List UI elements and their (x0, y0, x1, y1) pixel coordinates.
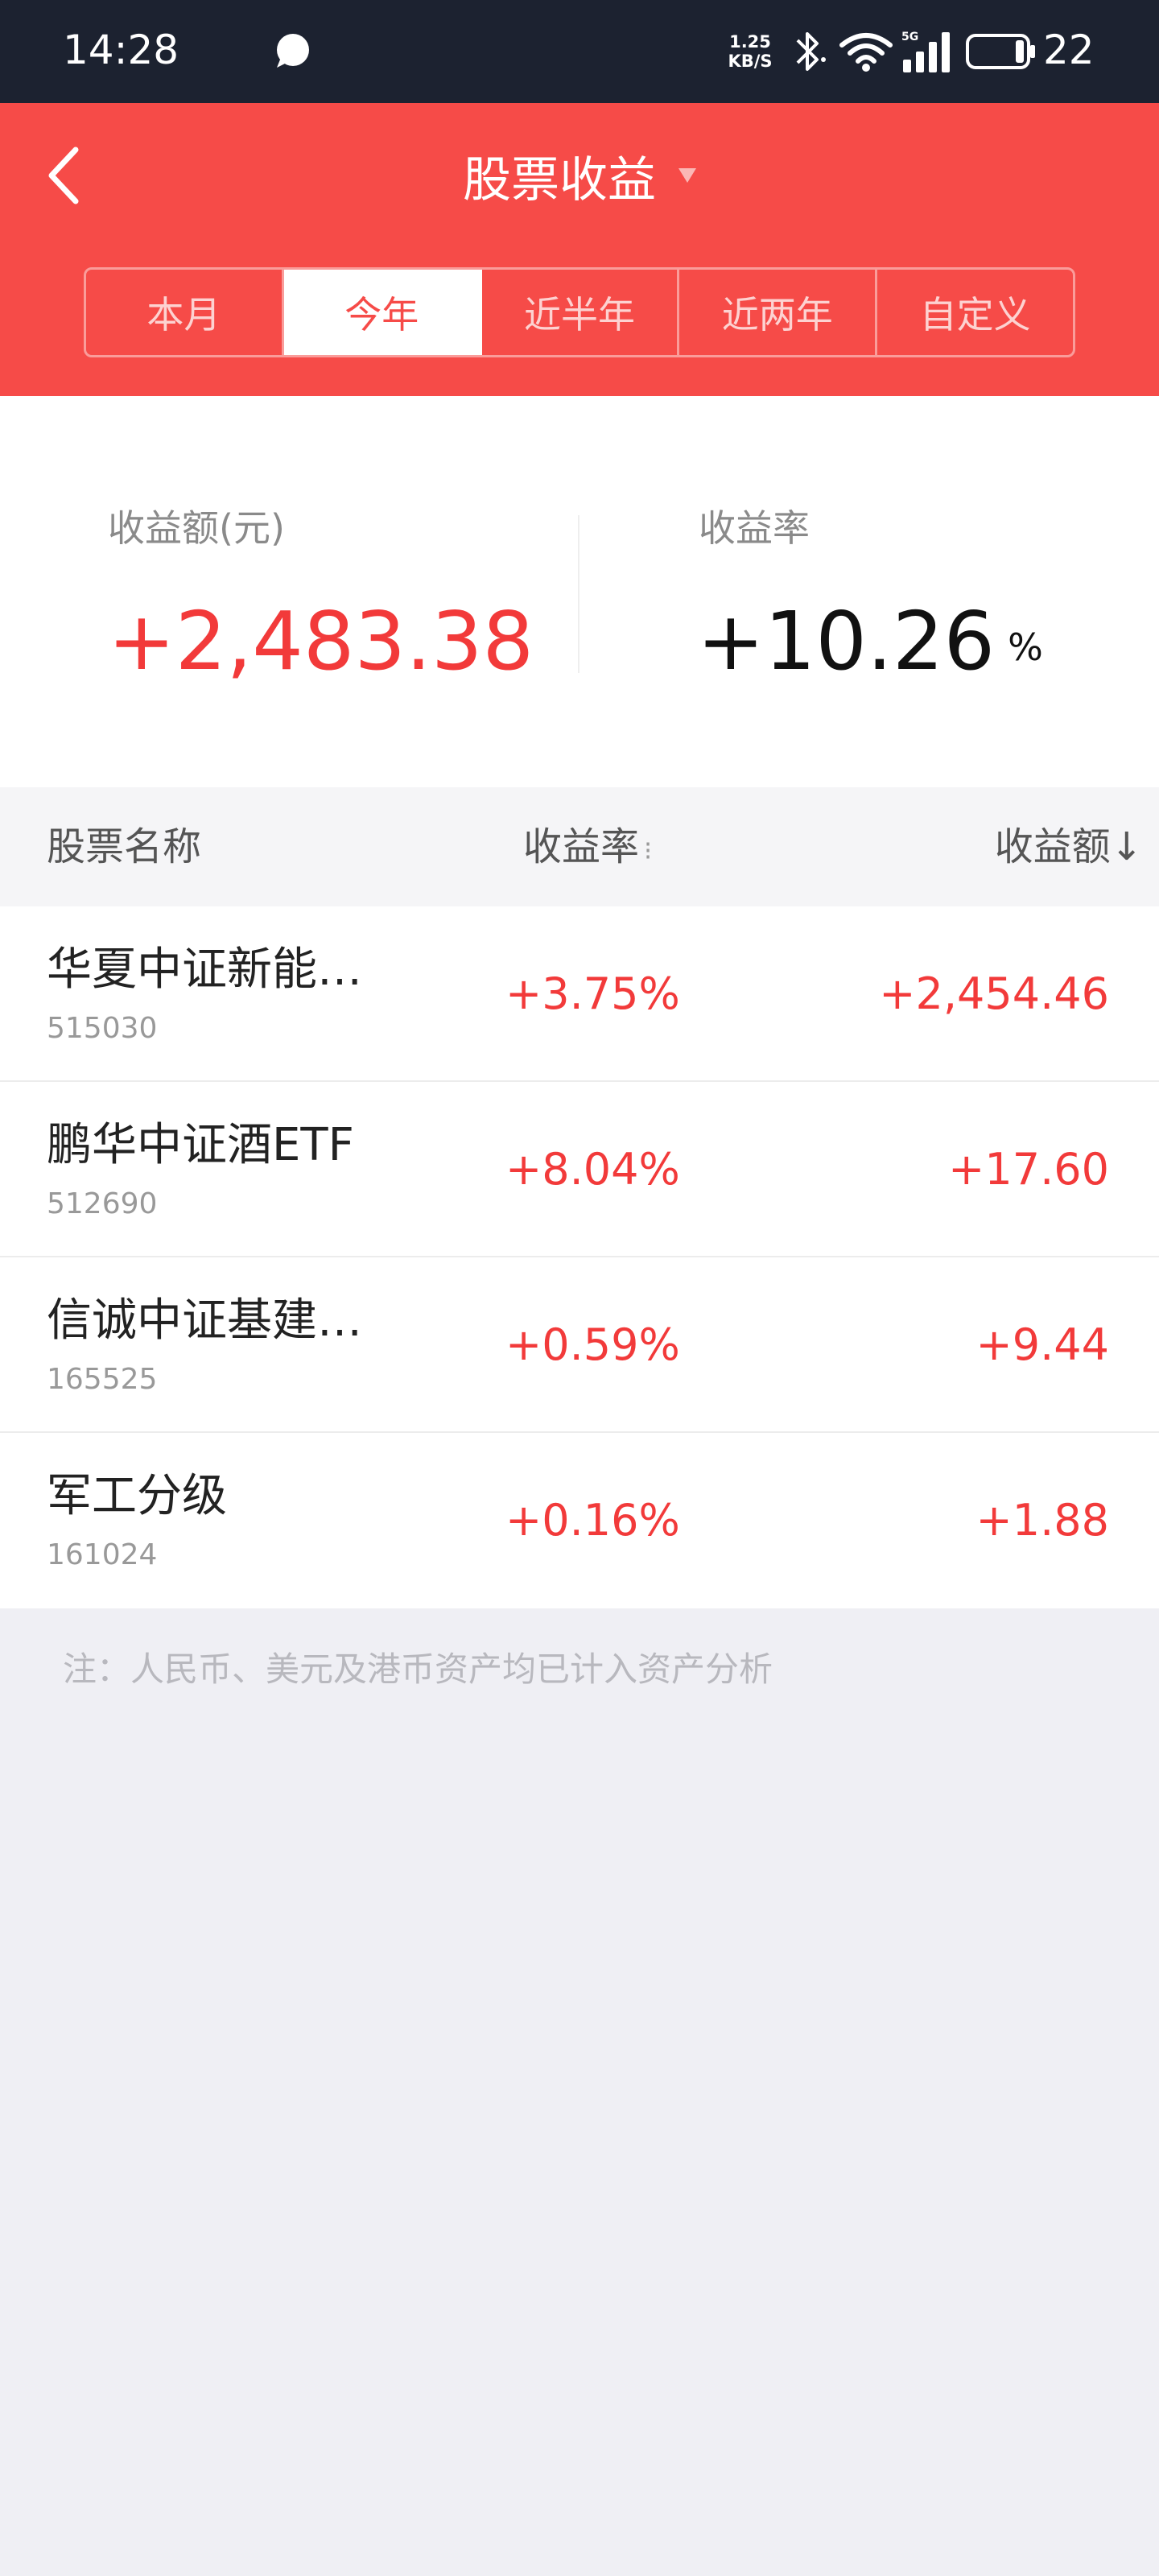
rate-unit: % (1008, 625, 1043, 669)
rate-value: +10.26 (697, 594, 996, 688)
table-row[interactable]: 军工分级 161024 +0.16% +1.88 (0, 1433, 1159, 1608)
amount-value: +2,483.38 (108, 594, 534, 688)
amount-label: 收益额(元) (108, 506, 285, 550)
network-speed: 1.25 KB/S (724, 32, 776, 71)
status-time: 14:28 (63, 27, 179, 73)
battery-level: 22 (1043, 27, 1095, 73)
stock-rate: +8.04% (505, 1144, 680, 1195)
stock-amount: +2,454.46 (879, 968, 1109, 1019)
tab-half-year[interactable]: 近半年 (482, 270, 680, 355)
title-dropdown[interactable]: 股票收益 (0, 135, 1159, 216)
stock-name: 信诚中证基建… (47, 1294, 362, 1347)
column-header-name: 股票名称 (47, 824, 202, 869)
stock-amount: +1.88 (975, 1495, 1109, 1546)
stock-name: 军工分级 (47, 1470, 227, 1522)
sort-icon: ⁝ (644, 836, 653, 866)
stock-amount: +9.44 (975, 1319, 1109, 1370)
rate-label: 收益率 (699, 506, 810, 550)
tab-this-month[interactable]: 本月 (86, 270, 284, 355)
stock-code: 515030 (47, 1012, 158, 1045)
header: 股票收益 本月 今年 近半年 近两年 自定义 (0, 103, 1159, 396)
caret-down-icon (678, 168, 696, 183)
stock-code: 165525 (47, 1363, 158, 1396)
table-row[interactable]: 信诚中证基建… 165525 +0.59% +9.44 (0, 1257, 1159, 1433)
tab-two-years[interactable]: 近两年 (679, 270, 878, 355)
stock-rate: +0.16% (505, 1495, 680, 1546)
column-header-rate[interactable]: 收益率 ⁝ (523, 787, 652, 906)
stock-rate: +0.59% (505, 1319, 680, 1370)
stock-name: 鹏华中证酒ETF (47, 1119, 354, 1171)
status-bar: 14:28 1.25 KB/S 5G 22 (0, 0, 1159, 103)
bluetooth-icon (796, 32, 826, 71)
table-row[interactable]: 华夏中证新能… 515030 +3.75% +2,454.46 (0, 906, 1159, 1082)
column-header-amount[interactable]: 收益额↓ (995, 787, 1143, 906)
summary-divider (578, 515, 580, 673)
table-header: 股票名称 收益率 ⁝ 收益额↓ (0, 787, 1159, 906)
battery-icon (966, 34, 1035, 69)
rate-value-wrap: +10.26% (697, 597, 1043, 691)
signal-icon: 5G (901, 31, 950, 72)
signal-label: 5G (901, 31, 918, 43)
stock-rate: +3.75% (505, 968, 680, 1019)
column-header-rate-label: 收益率 (523, 824, 640, 869)
tab-this-year[interactable]: 今年 (283, 270, 482, 355)
tab-custom[interactable]: 自定义 (877, 270, 1073, 355)
stock-amount: +17.60 (948, 1144, 1109, 1195)
period-tabs: 本月 今年 近半年 近两年 自定义 (84, 267, 1075, 357)
network-speed-value: 1.25 (729, 32, 771, 52)
stock-name: 华夏中证新能… (47, 943, 362, 996)
table-row[interactable]: 鹏华中证酒ETF 512690 +8.04% +17.60 (0, 1082, 1159, 1257)
chat-bubble-icon (277, 34, 309, 68)
stock-code: 512690 (47, 1187, 158, 1220)
stock-code: 161024 (47, 1538, 158, 1571)
earnings-summary: 收益额(元) +2,483.38 收益率 +10.26% (0, 396, 1159, 787)
wifi-icon (839, 33, 893, 72)
footnote: 注：人民币、美元及港币资产均已计入资产分析 (63, 1649, 773, 1689)
page-title: 股票收益 (463, 151, 656, 208)
network-speed-unit: KB/S (728, 52, 773, 71)
